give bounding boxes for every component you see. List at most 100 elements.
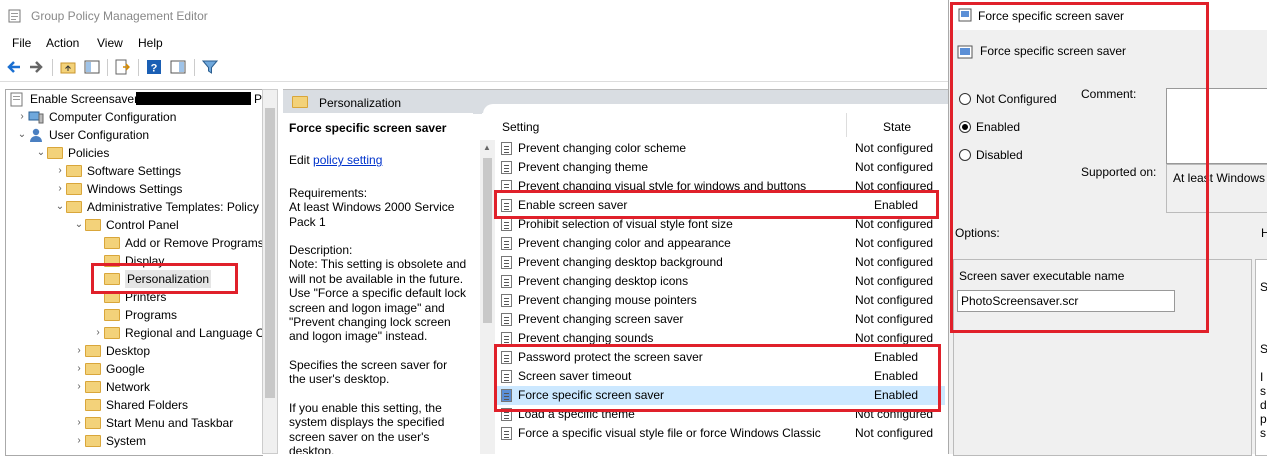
tree-item[interactable]: Shared Folders (6, 396, 263, 414)
collapse-arrow-icon[interactable]: ⌄ (55, 198, 65, 216)
menu-action[interactable]: Action (46, 36, 79, 50)
extended-description: Force specific screen saver Edit policy … (283, 113, 473, 454)
column-header-setting[interactable]: Setting (502, 120, 539, 134)
enabled-radio[interactable] (959, 121, 971, 133)
expand-arrow-icon[interactable]: › (74, 342, 84, 360)
disabled-label[interactable]: Disabled (976, 148, 1023, 162)
window-title: Group Policy Management Editor (31, 9, 208, 23)
tree-item[interactable]: ⌄ Control Panel (6, 216, 263, 234)
tree-item[interactable]: › Google (6, 360, 263, 378)
collapse-arrow-icon[interactable]: ⌄ (36, 144, 46, 162)
policy-row[interactable]: Password protect the screen saver Enabled (497, 348, 945, 367)
pane-header-title: Personalization (319, 96, 402, 110)
column-header-state[interactable]: State (883, 120, 911, 134)
back-arrow-icon[interactable] (6, 59, 22, 75)
policy-row[interactable]: Prevent changing mouse pointers Not confi… (497, 291, 945, 310)
policy-row[interactable]: Prevent changing screen saver Not configu… (497, 310, 945, 329)
tree-item[interactable]: Printers (6, 288, 263, 306)
screen-saver-exe-input[interactable] (957, 290, 1175, 312)
policy-name: Prevent changing theme (518, 160, 649, 174)
policy-row[interactable]: Screen saver timeout Enabled (497, 367, 945, 386)
tree-item[interactable]: Programs (6, 306, 263, 324)
policy-row[interactable]: Prevent changing theme Not configured (497, 158, 945, 177)
menu-help[interactable]: Help (138, 36, 163, 50)
tree-item[interactable]: › Computer Configuration (6, 108, 263, 126)
policy-row[interactable]: Prevent changing color scheme Not configu… (497, 139, 945, 158)
list-scrollbar[interactable]: ▲ (480, 140, 495, 454)
disabled-radio[interactable] (959, 149, 971, 161)
tree-item[interactable]: Display (6, 252, 263, 270)
expand-arrow-icon[interactable]: › (55, 180, 65, 198)
folder-icon (66, 165, 82, 177)
tree-scrollbar-thumb[interactable] (265, 108, 275, 398)
policy-setting-icon (501, 180, 512, 193)
policy-state: Not configured (855, 426, 934, 440)
folder-icon (104, 309, 120, 321)
enabled-label[interactable]: Enabled (976, 120, 1020, 134)
export-list-icon[interactable] (114, 59, 130, 75)
column-divider[interactable] (846, 113, 847, 137)
tree-item[interactable]: Add or Remove Programs (6, 234, 263, 252)
expand-arrow-icon[interactable]: › (74, 360, 84, 378)
expand-arrow-icon[interactable]: › (74, 378, 84, 396)
tree-item-label: Add or Remove Programs (125, 236, 263, 250)
expand-arrow-icon[interactable]: › (93, 324, 103, 342)
tree-item-label: Enable Screensaver (30, 92, 139, 106)
properties-pane-icon[interactable] (170, 59, 186, 75)
menu-view[interactable]: View (97, 36, 123, 50)
tree-item[interactable]: › Network (6, 378, 263, 396)
tree-item[interactable]: › Desktop (6, 342, 263, 360)
tree-item[interactable]: ⌄ User Configuration (6, 126, 263, 144)
expand-arrow-icon[interactable]: › (55, 162, 65, 180)
policy-row[interactable]: Load a specific theme Not configured (497, 405, 945, 424)
policy-state: Not configured (855, 160, 934, 174)
policy-row[interactable]: Prevent changing color and appearance Not… (497, 234, 945, 253)
up-folder-icon[interactable] (60, 59, 76, 75)
folder-icon (85, 345, 101, 357)
tree-item[interactable]: › Regional and Language C (6, 324, 263, 342)
folder-icon (104, 327, 120, 339)
policy-row[interactable]: Prevent changing sounds Not configured (497, 329, 945, 348)
tree-item[interactable]: › Windows Settings (6, 180, 263, 198)
tree-item[interactable]: › System (6, 432, 263, 450)
folder-icon (85, 435, 101, 447)
not-configured-radio[interactable] (959, 93, 971, 105)
policy-row[interactable]: Enable screen saver Enabled (497, 196, 945, 215)
forward-arrow-icon[interactable] (28, 59, 44, 75)
help-icon[interactable]: ? (146, 59, 162, 75)
console-tree[interactable]: Enable Screensaver P › Computer Configurati… (5, 89, 263, 456)
policy-row[interactable]: Force specific screen saver Enabled (497, 386, 945, 405)
policy-state: Enabled (874, 198, 919, 212)
tree-item[interactable]: › Start Menu and Taskbar (6, 414, 263, 432)
policy-row[interactable]: Force a specific visual style file or fo… (497, 424, 945, 443)
filter-icon[interactable] (202, 59, 218, 75)
tree-item[interactable]: › Software Settings (6, 162, 263, 180)
tree-item[interactable]: ⌄ Administrative Templates: Policy (6, 198, 263, 216)
expand-arrow-icon[interactable]: › (74, 414, 84, 432)
scroll-up-icon[interactable]: ▲ (483, 143, 491, 152)
not-configured-label[interactable]: Not Configured (976, 92, 1057, 106)
policy-row[interactable]: Prevent changing visual style for window… (497, 177, 945, 196)
tree-item[interactable]: Personalization (6, 270, 263, 288)
list-scrollbar-thumb[interactable] (483, 158, 492, 323)
expand-arrow-icon[interactable]: › (74, 432, 84, 450)
menu-file[interactable]: File (12, 36, 31, 50)
policy-row[interactable]: Prevent changing desktop background Not c… (497, 253, 945, 272)
collapse-arrow-icon[interactable]: ⌄ (74, 216, 84, 234)
toolbar-separator (194, 59, 195, 76)
policy-row[interactable]: Prohibit selection of visual style font … (497, 215, 945, 234)
folder-icon (85, 399, 101, 411)
collapse-arrow-icon[interactable]: ⌄ (17, 126, 27, 144)
tree-item[interactable]: Enable Screensaver P (6, 90, 263, 108)
desc-edit-prefix: Edit (289, 153, 314, 168)
tree-scrollbar[interactable] (262, 89, 278, 454)
show-hide-tree-icon[interactable] (84, 59, 100, 75)
tree-item-label: Regional and Language C (125, 326, 263, 340)
tree-item-label: Printers (125, 290, 167, 304)
tree-item-label: Network (106, 380, 151, 394)
policy-row[interactable]: Prevent changing desktop icons Not config… (497, 272, 945, 291)
edit-policy-setting-link[interactable]: policy setting (313, 153, 382, 167)
comment-textarea[interactable] (1166, 88, 1267, 164)
tree-item[interactable]: ⌄ Policies (6, 144, 263, 162)
expand-arrow-icon[interactable]: › (17, 108, 27, 126)
